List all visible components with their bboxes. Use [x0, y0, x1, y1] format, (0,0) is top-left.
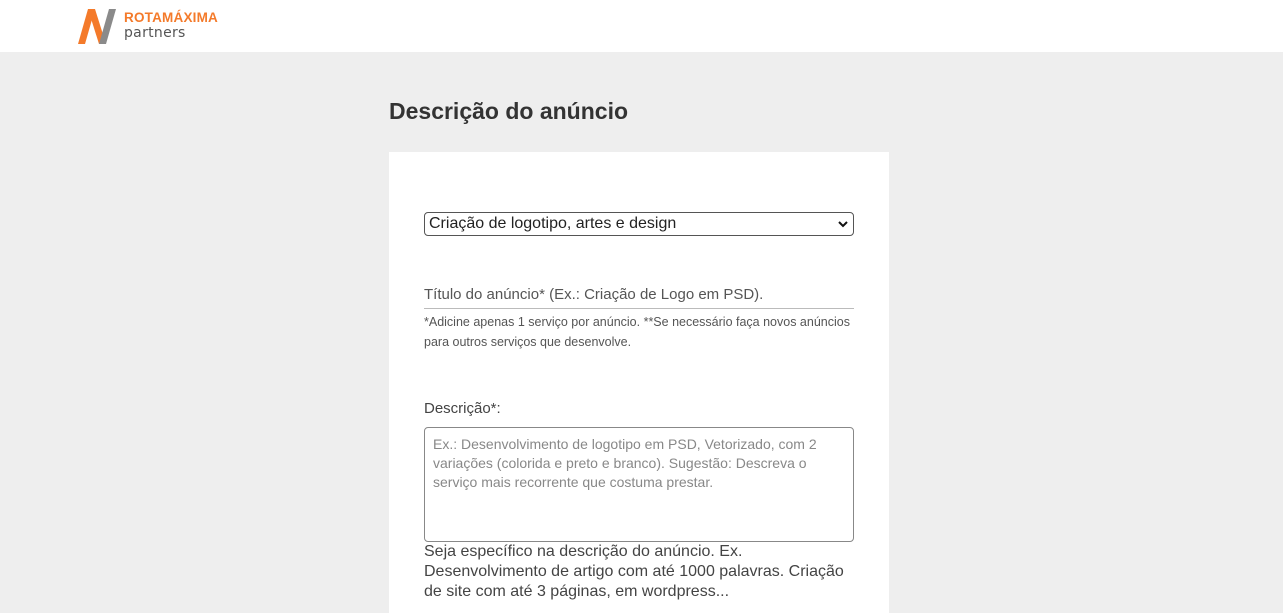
ad-title-hint: *Adicine apenas 1 serviço por anúncio. *…	[424, 315, 850, 349]
logo-brand: ROTAMÁXIMA	[124, 10, 218, 25]
logo-text: ROTAMÁXIMA partners	[124, 9, 218, 40]
logo-subtitle: partners	[124, 24, 186, 41]
page-title: Descrição do anúncio	[389, 98, 629, 124]
description-hint: Seja específico na descrição do anúncio.…	[424, 543, 844, 600]
description-textarea[interactable]: Ex.: Desenvolvimento de logotipo em PSD,…	[424, 427, 854, 542]
ad-form-card: Criação de logotipo, artes e design Títu…	[389, 152, 889, 613]
logo[interactable]: ROTAMÁXIMA partners	[78, 9, 218, 45]
category-select[interactable]: Criação de logotipo, artes e design	[424, 212, 854, 236]
description-label: Descrição*:	[424, 400, 501, 417]
chevron-down-icon	[838, 221, 848, 228]
top-bar: ROTAMÁXIMA partners	[0, 0, 1283, 52]
ad-title-input[interactable]: Título do anúncio* (Ex.: Criação de Logo…	[424, 285, 854, 309]
logo-mark-icon	[78, 9, 116, 44]
category-select-value: Criação de logotipo, artes e design	[429, 215, 677, 232]
